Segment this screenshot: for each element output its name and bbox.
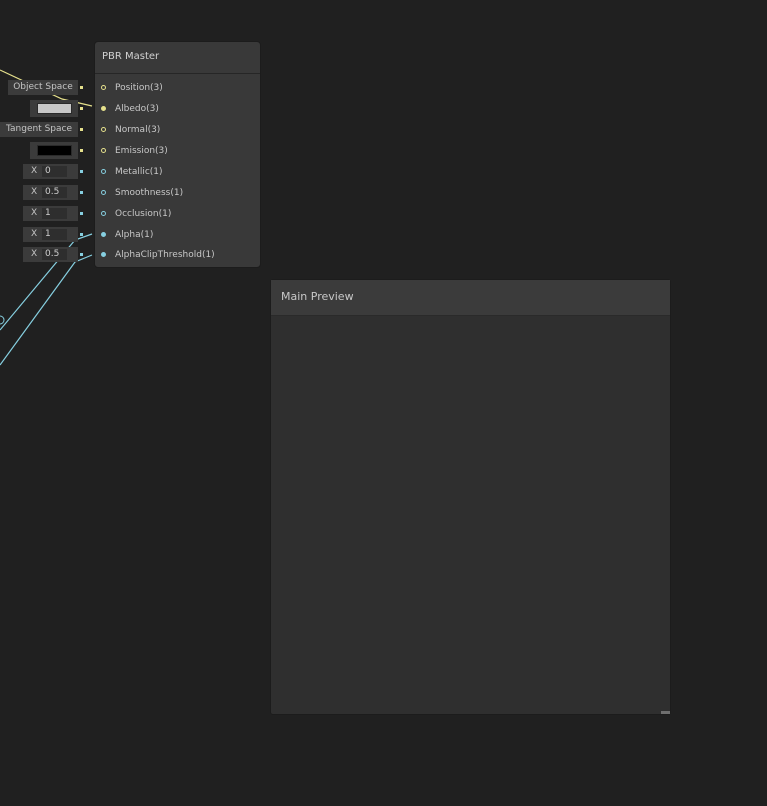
edge-connector-icon bbox=[80, 253, 83, 256]
edge-connector-icon bbox=[80, 107, 83, 110]
port-label: Albedo(3) bbox=[115, 104, 159, 114]
port-connector-icon[interactable] bbox=[101, 127, 106, 132]
axis-label: X bbox=[31, 208, 38, 218]
port-label: Normal(3) bbox=[115, 125, 161, 135]
emission-color-field[interactable] bbox=[30, 142, 78, 159]
number-input[interactable]: 0.5 bbox=[42, 249, 67, 260]
edge-connector-icon bbox=[80, 191, 83, 194]
port-normal[interactable]: Normal(3) bbox=[95, 123, 260, 139]
position-space-dropdown[interactable]: Object Space bbox=[8, 80, 78, 95]
port-position[interactable]: Position(3) bbox=[95, 81, 260, 97]
port-emission[interactable]: Emission(3) bbox=[95, 144, 260, 160]
port-connector-icon[interactable] bbox=[101, 190, 106, 195]
axis-label: X bbox=[31, 249, 38, 259]
port-smoothness[interactable]: Smoothness(1) bbox=[95, 186, 260, 202]
number-input[interactable]: 0 bbox=[42, 166, 67, 177]
metallic-value-field[interactable]: X0 bbox=[23, 164, 78, 179]
node-title: PBR Master bbox=[95, 42, 260, 74]
port-connector-icon[interactable] bbox=[101, 85, 106, 90]
port-connector-icon[interactable] bbox=[101, 252, 106, 257]
color-swatch[interactable] bbox=[37, 145, 72, 156]
normal-space-dropdown[interactable]: Tangent Space bbox=[0, 122, 78, 137]
edge-connector-icon bbox=[80, 149, 83, 152]
port-label: AlphaClipThreshold(1) bbox=[115, 250, 215, 260]
port-label: Metallic(1) bbox=[115, 167, 163, 177]
edge-connector-icon bbox=[80, 212, 83, 215]
port-connector-icon[interactable] bbox=[101, 148, 106, 153]
edge-connector-icon bbox=[80, 86, 83, 89]
pbr-master-node[interactable]: PBR Master Position(3) Albedo(3) Normal(3)… bbox=[94, 41, 261, 268]
port-label: Emission(3) bbox=[115, 146, 168, 156]
alpha-clip-threshold-value-field[interactable]: X 0.5 bbox=[23, 247, 78, 262]
smoothness-value-field[interactable]: X 0.5 bbox=[23, 185, 78, 200]
port-alpha[interactable]: Alpha(1) bbox=[95, 228, 260, 244]
port-label: Occlusion(1) bbox=[115, 209, 172, 219]
port-occlusion[interactable]: Occlusion(1) bbox=[95, 207, 260, 223]
port-connector-icon[interactable] bbox=[101, 106, 106, 111]
preview-title[interactable]: Main Preview bbox=[271, 280, 670, 316]
number-input[interactable]: 1 bbox=[42, 208, 67, 219]
port-alpha-clip-threshold[interactable]: AlphaClipThreshold(1) bbox=[95, 248, 260, 264]
port-connector-icon[interactable] bbox=[101, 232, 106, 237]
albedo-color-field[interactable] bbox=[30, 100, 78, 117]
color-swatch[interactable] bbox=[37, 103, 72, 114]
alpha-clip-wire bbox=[0, 254, 93, 366]
axis-label: X bbox=[31, 229, 38, 239]
port-metallic[interactable]: Metallic(1) bbox=[95, 165, 260, 181]
axis-label: X bbox=[31, 187, 38, 197]
edge-connector-icon bbox=[80, 128, 83, 131]
port-label: Position(3) bbox=[115, 83, 163, 93]
number-input[interactable]: 0.5 bbox=[42, 187, 67, 198]
edge-connector-icon bbox=[80, 170, 83, 173]
resize-handle[interactable] bbox=[661, 711, 670, 714]
port-connector-icon[interactable] bbox=[101, 169, 106, 174]
main-preview-panel[interactable]: Main Preview bbox=[270, 279, 671, 715]
number-input[interactable]: 1 bbox=[42, 229, 67, 240]
port-albedo[interactable]: Albedo(3) bbox=[95, 102, 260, 118]
alpha-value-field[interactable]: X1 bbox=[23, 227, 78, 242]
wire-output-port[interactable] bbox=[0, 315, 5, 325]
port-connector-icon[interactable] bbox=[101, 211, 106, 216]
port-label: Alpha(1) bbox=[115, 230, 154, 240]
occlusion-value-field[interactable]: X1 bbox=[23, 206, 78, 221]
axis-label: X bbox=[31, 166, 38, 176]
edge-connector-icon bbox=[80, 233, 83, 236]
port-label: Smoothness(1) bbox=[115, 188, 184, 198]
